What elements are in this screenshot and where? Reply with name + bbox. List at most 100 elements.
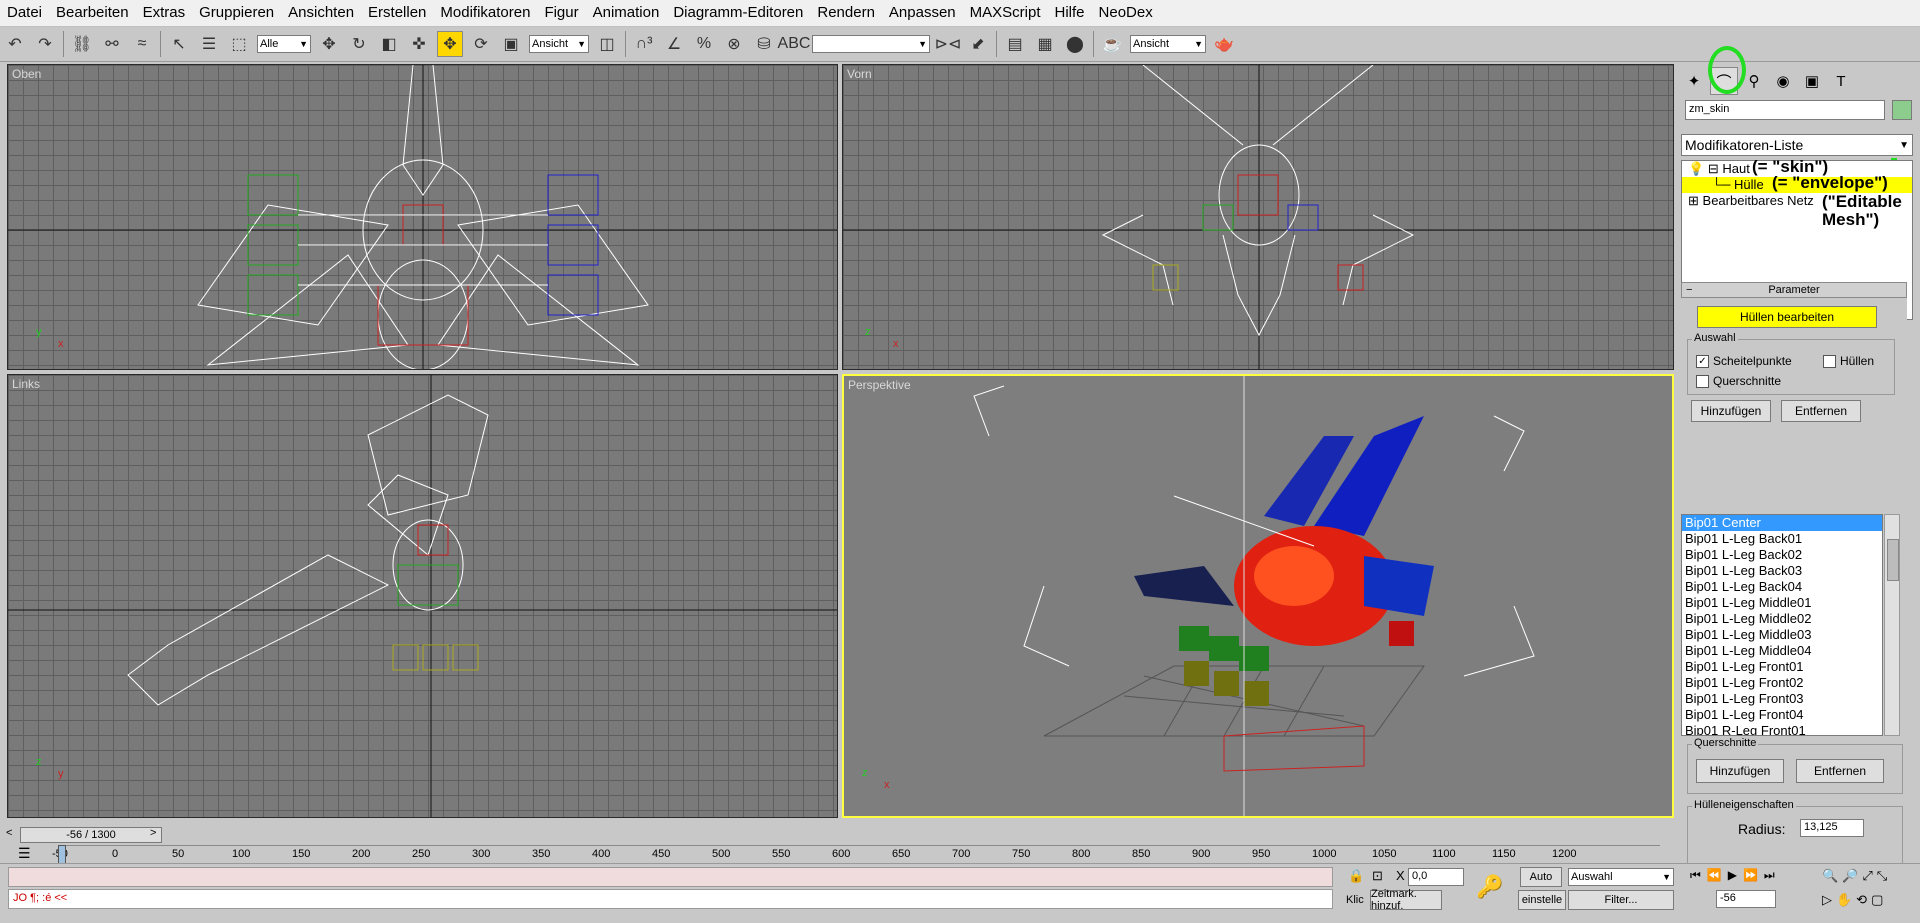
pivot-center-icon[interactable]: ◫ <box>595 32 619 56</box>
add-bone-button[interactable]: Hinzufügen <box>1691 400 1771 422</box>
object-color-swatch[interactable] <box>1892 100 1912 120</box>
cross-remove-button[interactable]: Entfernen <box>1796 759 1884 783</box>
quick-render-teapot-icon[interactable]: 🫖 <box>1212 32 1236 56</box>
bone-list-item[interactable]: Bip01 L-Leg Back03 <box>1682 563 1882 579</box>
viewport-nav-icons[interactable]: 🔍🔎⤢⤡ <box>1822 868 1891 884</box>
menu-item[interactable]: Figur <box>537 0 585 26</box>
ref-coord-dropdown[interactable]: Ansicht ▼ <box>529 35 589 53</box>
menu-item[interactable]: Bearbeiten <box>49 0 136 26</box>
mirror-icon[interactable]: ⊳⊲ <box>935 32 962 56</box>
bone-list-item[interactable]: Bip01 R-Leg Front01 <box>1682 723 1882 735</box>
rollout-header[interactable]: − Parameter <box>1681 282 1907 298</box>
menu-item[interactable]: Extras <box>136 0 193 26</box>
menu-item[interactable]: Ansichten <box>281 0 361 26</box>
menu-item[interactable]: Rendern <box>810 0 882 26</box>
viewport-front[interactable]: Vorn z x <box>842 64 1674 370</box>
menu-item[interactable]: Datei <box>0 0 49 26</box>
menu-item[interactable]: Diagramm-Editoren <box>666 0 810 26</box>
select-by-name-icon[interactable]: ☰ <box>197 32 221 56</box>
bone-list-item[interactable]: Bip01 L-Leg Front01 <box>1682 659 1882 675</box>
lock-selection-icon[interactable]: 🔒 <box>1348 868 1364 884</box>
bone-list-item[interactable]: Bip01 L-Leg Middle03 <box>1682 627 1882 643</box>
undo-icon[interactable]: ↶ <box>3 32 27 56</box>
percent-snap-icon[interactable]: % <box>692 32 716 56</box>
schematic-view-icon[interactable]: ▦ <box>1033 32 1057 56</box>
named-selection-dropdown[interactable]: ▼ <box>812 35 930 53</box>
viewport-left[interactable]: Links z y <box>7 374 838 818</box>
menu-item[interactable]: Animation <box>586 0 667 26</box>
time-cursor[interactable] <box>58 845 66 865</box>
snap-3d-icon[interactable]: ∩³ <box>632 32 656 56</box>
maxscript-listener-line[interactable] <box>8 867 1333 887</box>
menu-item[interactable]: MAXScript <box>963 0 1048 26</box>
viewport-nav-icons-2[interactable]: ▷✋⟲▢ <box>1822 892 1887 908</box>
stack-item-envelope[interactable]: └─ Hülle (= "envelope") <box>1682 174 1912 193</box>
menu-item[interactable]: Modifikatoren <box>433 0 537 26</box>
align-icon[interactable]: ⬋ <box>966 32 990 56</box>
bone-list-item[interactable]: Bip01 L-Leg Middle01 <box>1682 595 1882 611</box>
bone-list-item[interactable]: Bip01 L-Leg Middle02 <box>1682 611 1882 627</box>
cross-add-button[interactable]: Hinzufügen <box>1696 759 1784 783</box>
trackbar-toggle-icon[interactable]: ☰ <box>18 845 31 862</box>
select-and-manipulate-icon[interactable]: ✜ <box>407 32 431 56</box>
remove-bone-button[interactable]: Entfernen <box>1781 400 1861 422</box>
bone-list-item[interactable]: Bip01 L-Leg Back01 <box>1682 531 1882 547</box>
bone-list-item[interactable]: Bip01 L-Leg Back04 <box>1682 579 1882 595</box>
redo-icon[interactable]: ↷ <box>33 32 57 56</box>
selection-filter-dropdown[interactable]: Alle ▼ <box>257 35 311 53</box>
scroll-thumb[interactable] <box>1887 539 1899 581</box>
modifier-list-dropdown[interactable]: Modifikatoren-Liste ▼ <box>1681 134 1913 156</box>
cross-sections-checkbox[interactable]: Querschnitte <box>1696 374 1781 388</box>
vertices-checkbox[interactable]: ✓ Scheitelpunkte <box>1696 354 1792 368</box>
rect-selection-icon[interactable]: ⬚ <box>227 32 251 56</box>
display-tab-icon[interactable]: ▣ <box>1799 68 1825 94</box>
bone-list-item[interactable]: Bip01 L-Leg Front02 <box>1682 675 1882 691</box>
bone-list-item[interactable]: Bip01 L-Leg Front03 <box>1682 691 1882 707</box>
x-coord-field[interactable]: 0,0 <box>1408 868 1464 886</box>
utilities-tab-icon[interactable]: T <box>1828 68 1854 94</box>
absolute-mode-icon[interactable]: ⊡ <box>1372 868 1383 884</box>
add-time-tag-button[interactable]: Zeitmark. hinzuf. <box>1370 888 1442 912</box>
move-active-icon[interactable]: ✥ <box>437 31 463 57</box>
radius-field[interactable]: 13,125 <box>1800 819 1864 837</box>
select-and-rotate-icon[interactable]: ↻ <box>347 32 371 56</box>
slider-next-icon[interactable]: > <box>150 827 156 839</box>
angle-snap-icon[interactable]: ∠ <box>662 32 686 56</box>
viewport-perspective[interactable]: Perspektive z x <box>842 374 1674 818</box>
link-icon[interactable]: ⛓ <box>70 32 94 56</box>
bone-list-item[interactable]: Bip01 L-Leg Back02 <box>1682 547 1882 563</box>
select-and-scale-icon[interactable]: ◧ <box>377 32 401 56</box>
edit-envelopes-button[interactable]: Hüllen bearbeiten <box>1697 306 1877 328</box>
bone-list-item[interactable]: Bip01 L-Leg Front04 <box>1682 707 1882 723</box>
unlink-icon[interactable]: ⚯ <box>100 32 124 56</box>
time-slider[interactable]: -56 / 1300 <box>20 827 162 843</box>
key-icon[interactable]: 🔑 <box>1476 874 1503 900</box>
maxscript-input-line[interactable]: JO ¶; :é << <box>8 889 1333 909</box>
render-type-dropdown[interactable]: Ansicht ▼ <box>1130 35 1206 53</box>
bone-list-item[interactable]: Bip01 Center <box>1682 515 1882 531</box>
menu-item[interactable]: Gruppieren <box>192 0 281 26</box>
key-filters-button[interactable]: Filter... <box>1568 890 1674 910</box>
motion-tab-icon[interactable]: ◉ <box>1770 68 1796 94</box>
slider-prev-icon[interactable]: < <box>6 827 12 839</box>
spinner-snap-icon[interactable]: ⊗ <box>722 32 746 56</box>
bind-spacewarp-icon[interactable]: ≈ <box>130 32 154 56</box>
menu-item[interactable]: Hilfe <box>1048 0 1092 26</box>
timeline-ruler[interactable]: -500501001502002503003504004505005506006… <box>52 845 1660 864</box>
bone-list-item[interactable]: Bip01 L-Leg Middle04 <box>1682 643 1882 659</box>
bone-list[interactable]: Bip01 Center Bip01 L-Leg Back01 Bip01 L-Le… <box>1681 514 1883 736</box>
key-filter-dropdown[interactable]: Auswahl ▼ <box>1568 868 1674 886</box>
rotate-icon[interactable]: ⟳ <box>469 32 493 56</box>
scale-icon[interactable]: ▣ <box>499 32 523 56</box>
viewport-top[interactable]: Oben y x <box>7 64 838 370</box>
material-editor-icon[interactable]: ⬤ <box>1063 32 1087 56</box>
envelopes-checkbox[interactable]: Hüllen <box>1823 354 1874 368</box>
bone-list-scrollbar[interactable] <box>1884 514 1900 736</box>
select-and-move-icon[interactable]: ✥ <box>317 32 341 56</box>
set-key-button[interactable]: einstelle <box>1518 890 1566 910</box>
playback-controls[interactable]: ⏮⏪▶⏩⏭ <box>1690 868 1781 883</box>
named-selection-icon[interactable]: ⛁ <box>752 32 776 56</box>
object-name-field[interactable]: zm_skin <box>1685 100 1885 120</box>
menu-item[interactable]: Erstellen <box>361 0 433 26</box>
render-scene-icon[interactable]: ☕ <box>1100 32 1124 56</box>
